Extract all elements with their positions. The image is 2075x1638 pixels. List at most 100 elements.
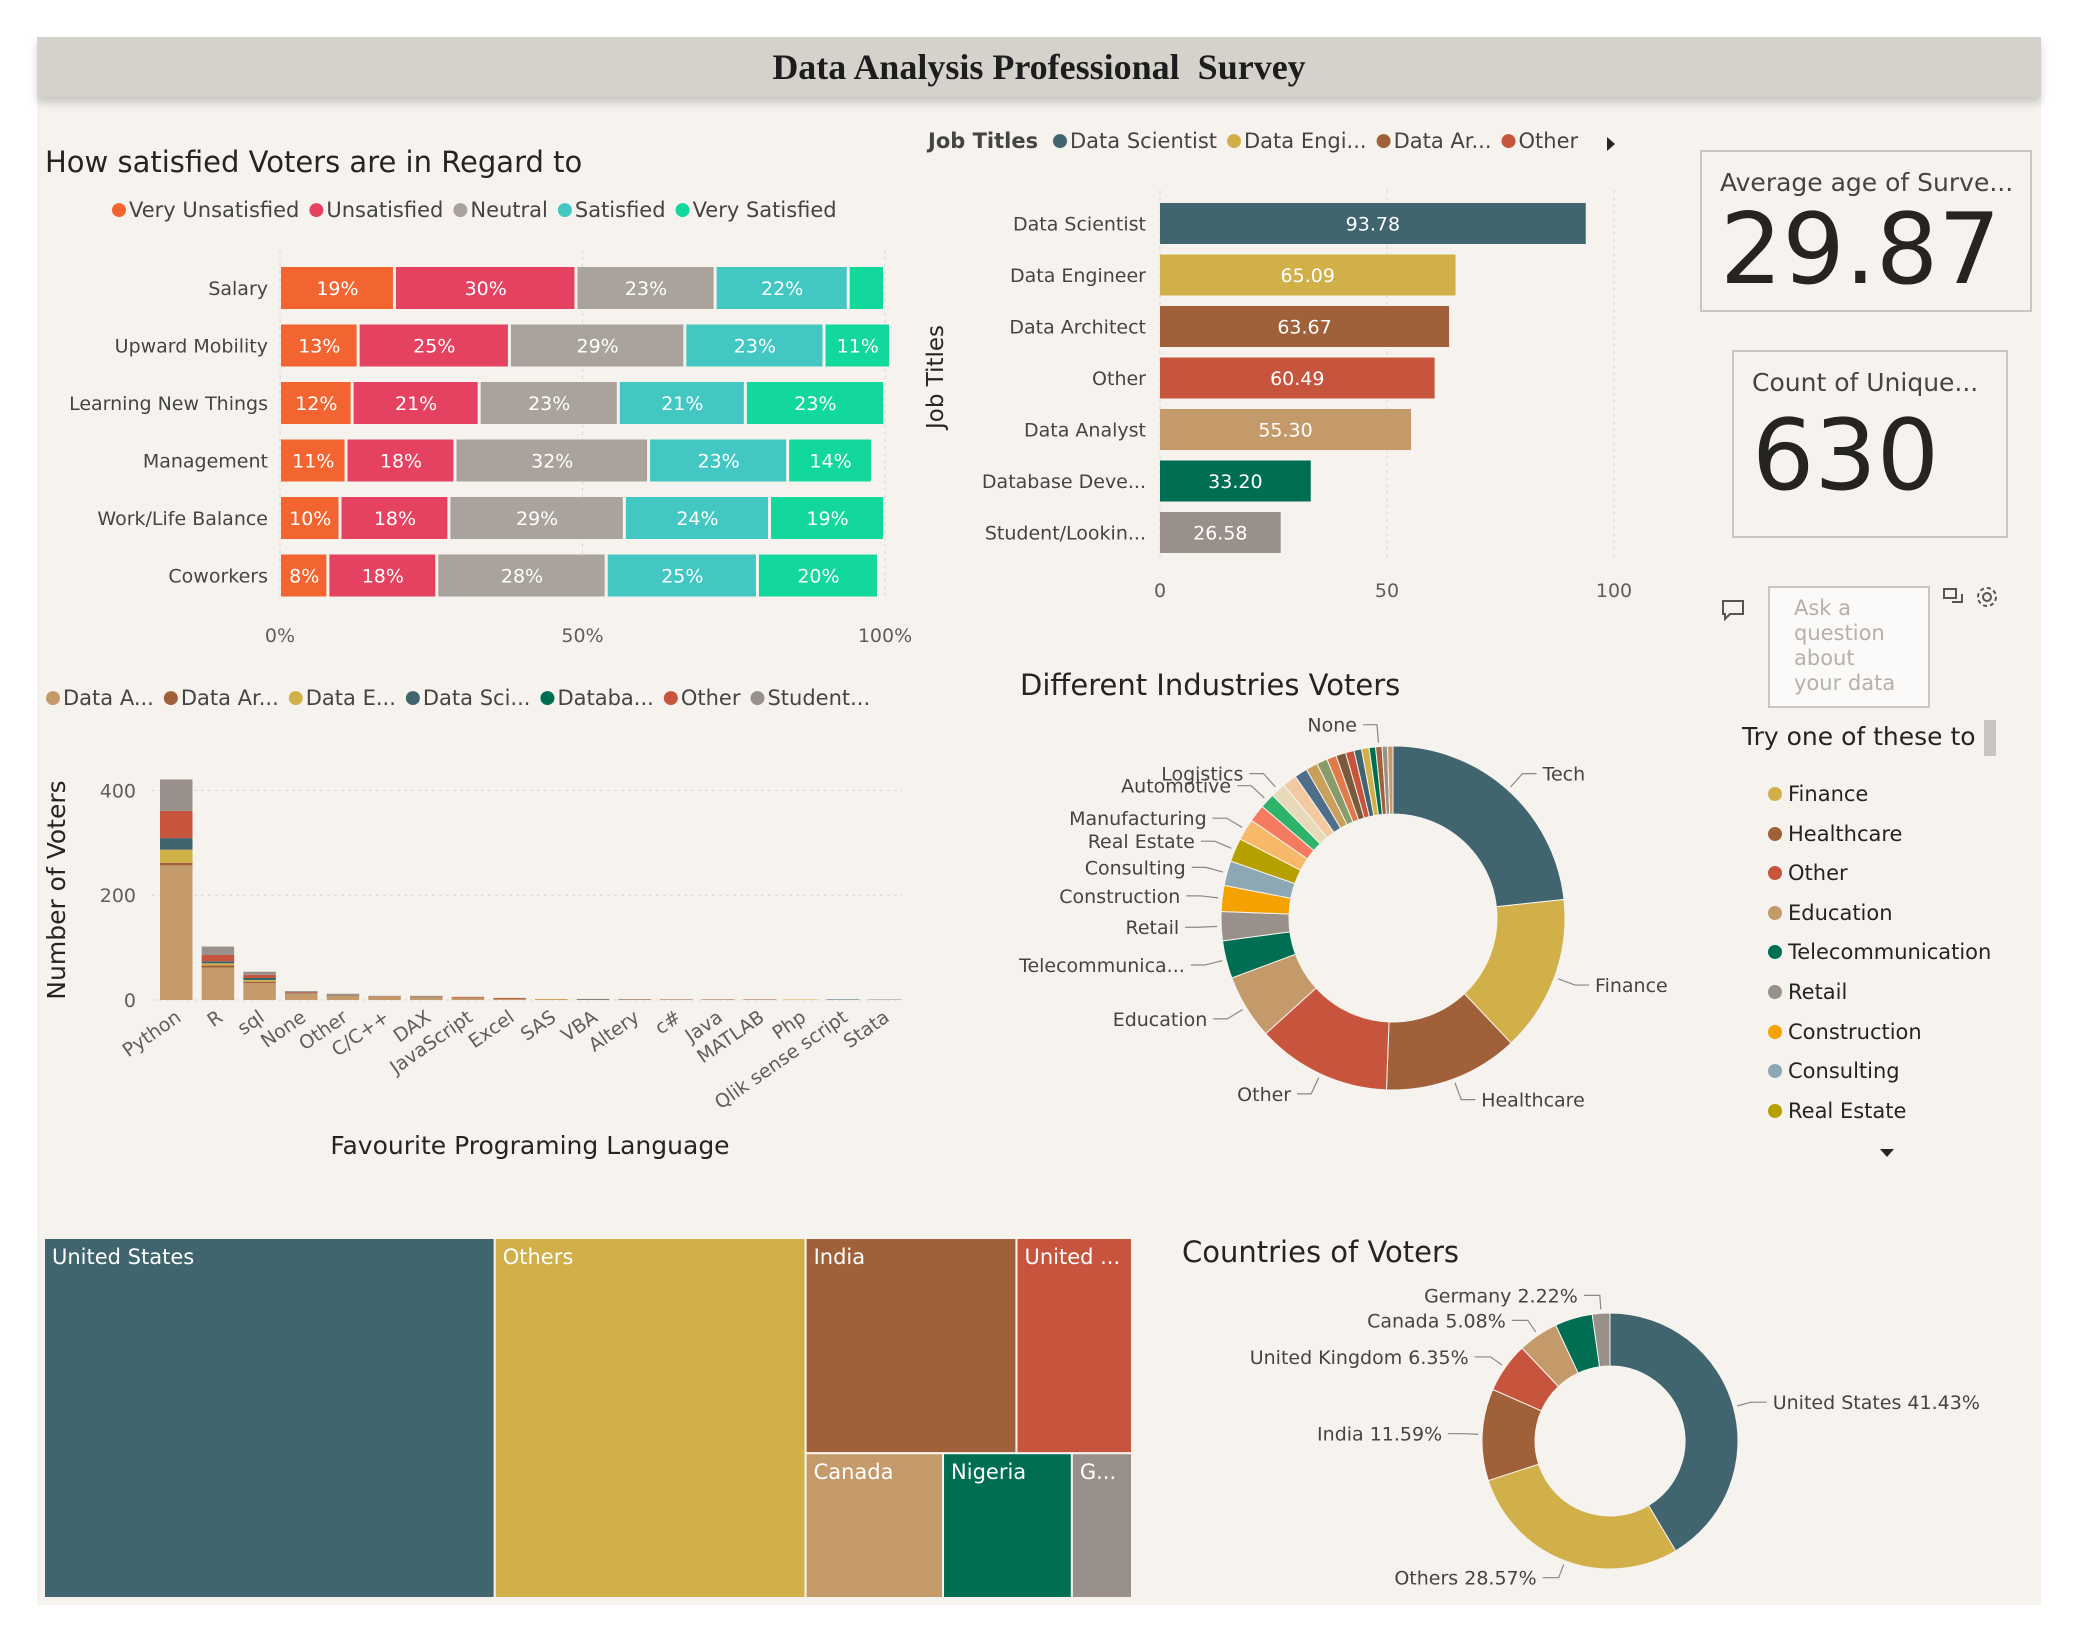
bar-segment[interactable]	[368, 996, 401, 998]
treemap-cell[interactable]	[804, 1238, 1018, 1455]
countries-treemap[interactable]: United States Others India United ... Canada…	[44, 1238, 1134, 1598]
bar-segment[interactable]	[535, 998, 568, 1000]
bar-segment[interactable]	[243, 980, 276, 982]
bar-segment[interactable]	[576, 998, 610, 1000]
data-label: 25%	[413, 336, 455, 358]
average-age-card[interactable]: Average age of Surve... 29.87	[1700, 150, 2032, 312]
bar-segment[interactable]	[243, 983, 276, 1000]
bar-segment[interactable]	[410, 996, 443, 997]
bar-segment[interactable]	[785, 999, 818, 1000]
bar-segment[interactable]	[743, 999, 776, 1000]
donut-slice[interactable]	[1392, 745, 1565, 908]
treemap-cell[interactable]	[44, 1238, 496, 1598]
bar-segment[interactable]	[160, 865, 193, 1000]
legend-dot	[750, 691, 765, 706]
unique-count-card[interactable]: Count of Unique... 630	[1732, 350, 2008, 538]
comment-icon[interactable]	[1720, 598, 1746, 628]
bar-segment[interactable]	[201, 946, 235, 955]
bar-segment[interactable]	[326, 993, 360, 995]
bar-segment[interactable]	[285, 992, 318, 994]
bar-segment[interactable]	[285, 993, 318, 994]
qna-suggestion[interactable]: Other	[1768, 861, 1848, 885]
qna-visual[interactable]: Ask a question about your data Try one o…	[1720, 584, 2010, 1157]
bar-segment[interactable]	[285, 991, 318, 993]
bar-segment[interactable]	[493, 998, 526, 1000]
qna-suggestion[interactable]: Finance	[1768, 782, 1868, 806]
bar-segment[interactable]	[160, 849, 193, 863]
legend-dot	[1376, 134, 1391, 149]
bar-segment[interactable]	[451, 996, 485, 998]
bar-segment[interactable]	[660, 999, 693, 1000]
bar-segment[interactable]	[576, 999, 610, 1000]
bar-segment[interactable]	[243, 981, 276, 984]
qna-suggestion[interactable]: Consulting	[1768, 1059, 1900, 1083]
treemap-cell[interactable]	[493, 1238, 807, 1598]
industries-chart[interactable]: Different Industries Voters Tech Finance He…	[990, 650, 1690, 1150]
bar-segment[interactable]	[849, 267, 883, 309]
countries-chart[interactable]: Countries of Voters United States 41.43% O…	[1170, 1220, 2050, 1600]
leader-line	[1249, 773, 1276, 788]
treemap-cell[interactable]	[1015, 1238, 1134, 1455]
bar-segment[interactable]	[326, 994, 360, 996]
bar-segment[interactable]	[326, 995, 360, 997]
bar-segment[interactable]	[285, 994, 318, 995]
bar-segment[interactable]	[368, 997, 401, 998]
bar-segment[interactable]	[243, 971, 276, 975]
qna-scrollbar[interactable]	[1984, 720, 1996, 756]
qna-suggestion[interactable]: Telecommunication	[1768, 940, 1991, 964]
qna-suggestion[interactable]: Real Estate	[1768, 1099, 1906, 1123]
bar-segment[interactable]	[160, 779, 193, 811]
bar-segment[interactable]	[493, 998, 526, 999]
y-tick-label: 200	[100, 885, 136, 907]
bar-segment[interactable]	[410, 996, 443, 998]
bar-segment[interactable]	[285, 994, 318, 1000]
gear-icon[interactable]	[1974, 584, 2000, 616]
bar-segment[interactable]	[326, 996, 360, 1000]
legend-item: Neutral	[470, 198, 548, 222]
bar-segment[interactable]	[201, 954, 235, 962]
bar-segment[interactable]	[368, 996, 401, 997]
bar-segment[interactable]	[243, 974, 276, 978]
bar-segment[interactable]	[410, 995, 443, 997]
leader-line	[1185, 925, 1218, 928]
bar-segment[interactable]	[201, 965, 235, 968]
bar-segment[interactable]	[201, 961, 235, 964]
satisfaction-chart[interactable]: How satisfied Voters are in Regard to Ver…	[40, 130, 920, 660]
bar-segment[interactable]	[451, 997, 485, 998]
legend-dot	[1227, 134, 1241, 149]
qna-suggestion[interactable]: Education	[1768, 901, 1893, 925]
bar-segment[interactable]	[201, 967, 235, 1000]
languages-chart[interactable]: Data A... Data Ar... Data E... Data Sci... D…	[40, 670, 920, 1170]
bar-segment[interactable]	[243, 978, 276, 981]
bar-segment[interactable]	[618, 999, 651, 1000]
qna-question-input[interactable]: Ask a question about your data	[1768, 586, 1930, 708]
bar-segment[interactable]	[535, 999, 568, 1000]
qna-suggestion[interactable]: Healthcare	[1768, 822, 1902, 846]
bar-segment[interactable]	[201, 963, 235, 966]
job-titles-chart[interactable]: Job Titles Data Scientist Data Engi... Data…	[920, 115, 1640, 615]
bar-segment[interactable]	[368, 995, 401, 997]
bar-segment[interactable]	[285, 993, 318, 995]
qna-suggestion[interactable]: Construction	[1768, 1020, 1922, 1044]
bar-segment[interactable]	[326, 995, 360, 996]
bar-segment[interactable]	[160, 838, 193, 850]
bar-segment[interactable]	[451, 997, 485, 1000]
bar-segment[interactable]	[410, 997, 443, 998]
bar-segment[interactable]	[368, 997, 401, 1000]
bar-segment[interactable]	[410, 997, 443, 1000]
bar-segment[interactable]	[160, 810, 193, 839]
bar-segment[interactable]	[243, 978, 276, 979]
bar-segment[interactable]	[618, 998, 651, 1000]
bar-segment[interactable]	[160, 862, 193, 866]
bar-segment[interactable]	[868, 999, 901, 1000]
bar-segment[interactable]	[493, 997, 526, 999]
qna-suggestion[interactable]: Retail	[1768, 980, 1847, 1004]
qna-try-text: Try one of these to get started	[1742, 722, 1996, 751]
bar-segment[interactable]	[326, 996, 360, 997]
x-tick-label: c#	[651, 1006, 685, 1039]
bar-segment[interactable]	[826, 999, 860, 1000]
expand-icon[interactable]	[1942, 586, 1966, 614]
donut-slice[interactable]	[1487, 1463, 1677, 1570]
chevron-down-icon[interactable]	[1878, 1140, 1896, 1165]
bar-segment[interactable]	[701, 999, 735, 1000]
